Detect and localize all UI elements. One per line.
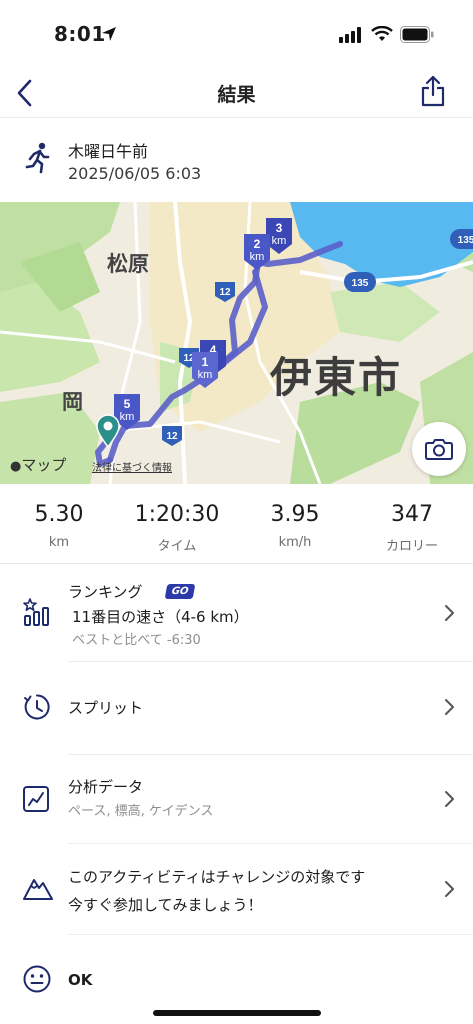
- stat-speed: 3.95 km/h: [240, 502, 350, 550]
- activity-header: 木曜日午前 2025/06/05 6:03: [0, 118, 473, 202]
- signal-icon: [339, 27, 361, 43]
- stat-value: 347: [391, 502, 433, 527]
- stat-value: 3.95: [270, 502, 320, 527]
- chevron-right-icon: [445, 791, 454, 807]
- running-icon: [25, 142, 50, 174]
- stats-summary: 5.30 km 1:20:30 タイム 3.95 km/h 347 カロリー: [0, 484, 473, 564]
- km-marker-unit: km: [272, 235, 287, 247]
- analysis-subtitle: ペース, 標高, ケイデンス: [68, 804, 214, 819]
- stat-time: 1:20:30 タイム: [122, 502, 232, 554]
- road-shield-label: 12: [219, 287, 231, 298]
- stat-label: km/h: [278, 535, 312, 550]
- page-title: 結果: [217, 84, 256, 106]
- ranking-line2: ベストと比べて -6:30: [72, 633, 201, 648]
- road-shield-label: 12: [166, 431, 178, 442]
- start-pin-icon: [96, 414, 120, 448]
- mountain-icon: [23, 879, 53, 900]
- activity-datetime: 2025/06/05 6:03: [68, 164, 202, 183]
- challenge-title: このアクティビティはチャレンジの対象です: [68, 868, 366, 886]
- ranking-line1: 11番目の速さ（4-6 km）: [72, 608, 249, 626]
- splits-timer-icon: [24, 694, 50, 720]
- route-map[interactable]: 12 12 12 135 135 3 km 2 km 4 1 km 5 km 松: [0, 202, 473, 484]
- chevron-right-icon: [445, 881, 454, 897]
- road-shield-135: 135: [344, 272, 376, 292]
- splits-title: スプリット: [68, 699, 144, 717]
- nav-bar: 結果: [0, 70, 473, 118]
- map-canvas: [0, 202, 473, 484]
- ranking-title: ランキング: [68, 583, 143, 601]
- share-button[interactable]: [420, 74, 446, 108]
- map-label-ito-city: 伊東市: [270, 353, 403, 402]
- road-shield-12: 12: [215, 282, 235, 302]
- km-marker-unit: km: [198, 369, 213, 381]
- analysis-row[interactable]: [0, 755, 473, 843]
- status-bar: 8:01: [0, 0, 473, 70]
- stat-distance: 5.30 km: [4, 502, 114, 550]
- stat-value: 5.30: [34, 502, 84, 527]
- mood-title: OK: [68, 971, 93, 989]
- map-label-matsubara: 松原: [107, 252, 149, 276]
- map-label-oka: 岡: [62, 390, 83, 414]
- status-time: 8:01: [54, 22, 106, 46]
- road-shield-label: 135: [352, 278, 369, 289]
- km-marker-1: 1 km: [192, 352, 218, 388]
- map-attribution-text: マップ: [21, 456, 67, 474]
- wifi-icon: [371, 26, 393, 41]
- km-marker-unit: km: [250, 251, 265, 263]
- km-marker-2: 2 km: [244, 234, 270, 270]
- smiley-face-icon: [23, 965, 51, 993]
- map-legal-link[interactable]: 法律に基づく情報: [92, 459, 172, 474]
- stat-calories: 347 カロリー: [357, 502, 467, 554]
- map-attribution: ●マップ: [10, 454, 66, 475]
- stat-label: カロリー: [385, 539, 438, 554]
- km-marker-number: 1: [202, 355, 209, 369]
- stat-label: km: [48, 535, 70, 550]
- camera-button[interactable]: [412, 422, 466, 476]
- camera-icon: [425, 439, 453, 460]
- stat-value: 1:20:30: [134, 502, 220, 527]
- road-shield-135: 135: [450, 229, 473, 249]
- analysis-title: 分析データ: [68, 778, 144, 796]
- challenge-subtitle: 今すぐ参加してみましょう！: [68, 896, 263, 914]
- road-shield-12: 12: [162, 426, 182, 446]
- battery-icon: [400, 26, 434, 43]
- home-indicator: [153, 1010, 321, 1016]
- activity-title: 木曜日午前: [68, 142, 149, 161]
- stat-label: タイム: [157, 539, 197, 554]
- km-marker-number: 2: [254, 237, 261, 251]
- km-marker-number: 3: [276, 221, 283, 235]
- analysis-chart-icon: [23, 786, 49, 812]
- location-arrow-icon: [102, 27, 116, 41]
- chevron-right-icon: [445, 699, 454, 715]
- km-marker-number: 5: [124, 397, 131, 411]
- road-shield-label: 135: [458, 235, 473, 246]
- challenge-row[interactable]: [0, 844, 473, 934]
- apple-logo-icon: ●: [10, 459, 22, 474]
- go-badge: GO: [164, 584, 196, 599]
- ranking-icon: [23, 598, 49, 626]
- chevron-right-icon: [445, 605, 454, 621]
- km-marker-unit: km: [120, 411, 135, 423]
